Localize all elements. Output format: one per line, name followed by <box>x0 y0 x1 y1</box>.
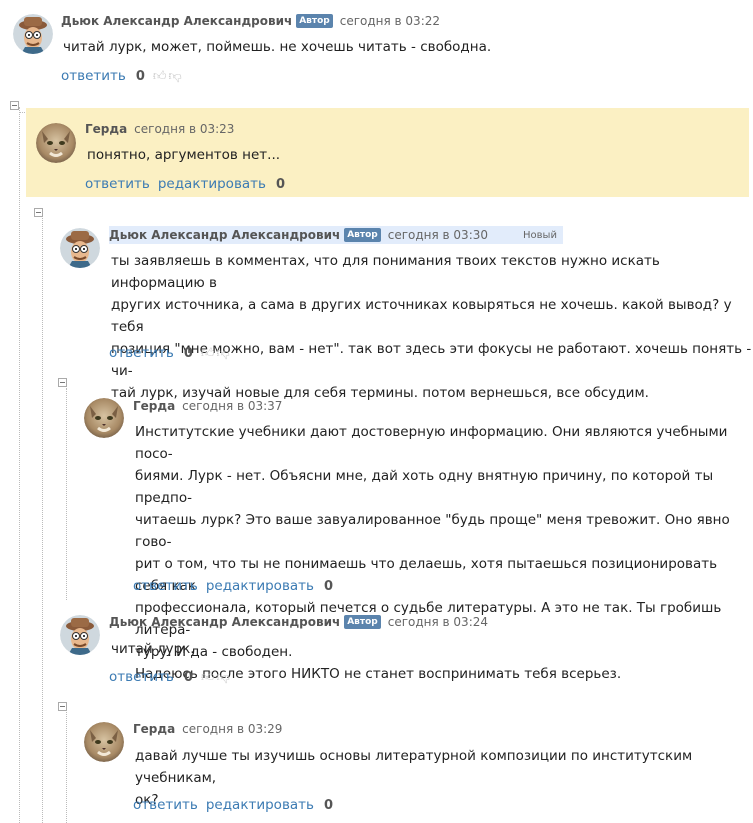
new-badge: Новый <box>523 229 557 241</box>
reply-link[interactable]: ответить <box>133 797 198 813</box>
thumbs-down-icon[interactable]: 👎︎ <box>168 69 181 84</box>
author-name[interactable]: Дьюк Александр Александрович <box>109 228 340 242</box>
thumbs-up-icon[interactable]: 👍︎ <box>201 346 215 361</box>
avatar <box>13 14 53 54</box>
thumbs-down-icon[interactable]: 👎︎ <box>216 670 229 685</box>
author-name[interactable]: Дьюк Александр Александрович <box>61 14 292 28</box>
rating-score: 0 <box>183 669 193 685</box>
comment-text: читай лурк. <box>111 641 195 657</box>
avatar <box>60 615 100 655</box>
avatar <box>60 228 100 268</box>
reply-link[interactable]: ответить <box>109 669 174 685</box>
comment-text: читай лурк, может, поймешь. не хочешь чи… <box>63 39 492 55</box>
author-name[interactable]: Герда <box>85 122 127 136</box>
comment-text: Институтские учебники дают достоверную и… <box>135 424 730 682</box>
comment-header: Герда сегодня в 03:37 <box>133 397 282 415</box>
collapse-minus-icon[interactable] <box>58 378 67 387</box>
author-name[interactable]: Герда <box>133 399 175 413</box>
collapse-minus-icon[interactable] <box>10 101 19 110</box>
avatar <box>84 398 124 438</box>
reply-link[interactable]: ответить <box>109 345 174 361</box>
thread-line <box>42 218 43 823</box>
author-name[interactable]: Герда <box>133 722 175 736</box>
author-name[interactable]: Дьюк Александр Александрович <box>109 615 340 629</box>
thread-line <box>66 712 67 823</box>
reply-link[interactable]: ответить <box>133 578 198 594</box>
rating-score: 0 <box>135 68 145 84</box>
timestamp[interactable]: сегодня в 03:30 <box>388 228 488 242</box>
thread-line <box>19 107 20 823</box>
comment-text: ты заявляешь в комментах, что для понима… <box>111 253 752 401</box>
rating-score: 0 <box>183 345 193 361</box>
avatar <box>36 123 76 163</box>
rating-score: 0 <box>324 797 334 813</box>
edit-link[interactable]: редактировать <box>206 797 314 813</box>
comment-header: Дьюк Александр Александрович Автор сегод… <box>109 226 563 244</box>
comment-actions: ответить редактировать 0 <box>133 577 333 595</box>
thumbs-up-icon[interactable]: 👍︎ <box>201 670 215 685</box>
rating-score: 0 <box>324 578 334 594</box>
author-badge: Автор <box>296 14 333 28</box>
reply-link[interactable]: ответить <box>85 176 150 192</box>
timestamp[interactable]: сегодня в 03:23 <box>134 122 234 136</box>
comment-actions: ответить редактировать 0 <box>133 796 333 814</box>
avatar <box>84 722 124 762</box>
author-badge: Автор <box>344 615 381 629</box>
thumbs-down-icon[interactable]: 👎︎ <box>216 346 229 361</box>
comment-actions: ответить 0 👍︎ 👎︎ <box>109 344 230 362</box>
reply-link[interactable]: ответить <box>61 68 126 84</box>
thread-line <box>66 388 67 600</box>
edit-link[interactable]: редактировать <box>206 578 314 594</box>
rating-score: 0 <box>276 176 286 192</box>
collapse-minus-icon[interactable] <box>34 208 43 217</box>
comment-actions: ответить 0 👍︎ 👎︎ <box>109 668 230 686</box>
timestamp[interactable]: сегодня в 03:22 <box>340 14 440 28</box>
timestamp[interactable]: сегодня в 03:37 <box>182 399 282 413</box>
collapse-minus-icon[interactable] <box>58 702 67 711</box>
author-badge: Автор <box>344 228 381 242</box>
comment-text: понятно, аргументов нет... <box>87 147 281 163</box>
timestamp[interactable]: сегодня в 03:29 <box>182 722 282 736</box>
comment-actions: ответить 0 👍︎ 👎︎ <box>61 67 182 85</box>
edit-link[interactable]: редактировать <box>158 176 266 192</box>
comment-header: Герда сегодня в 03:23 <box>85 120 234 138</box>
comment-header: Дьюк Александр Александрович Автор сегод… <box>109 613 488 631</box>
comment-header: Герда сегодня в 03:29 <box>133 720 282 738</box>
thumbs-up-icon[interactable]: 👍︎ <box>153 69 167 84</box>
comment-actions: ответить редактировать 0 <box>85 175 285 193</box>
timestamp[interactable]: сегодня в 03:24 <box>388 615 488 629</box>
comment-header: Дьюк Александр Александрович Автор сегод… <box>61 12 440 30</box>
